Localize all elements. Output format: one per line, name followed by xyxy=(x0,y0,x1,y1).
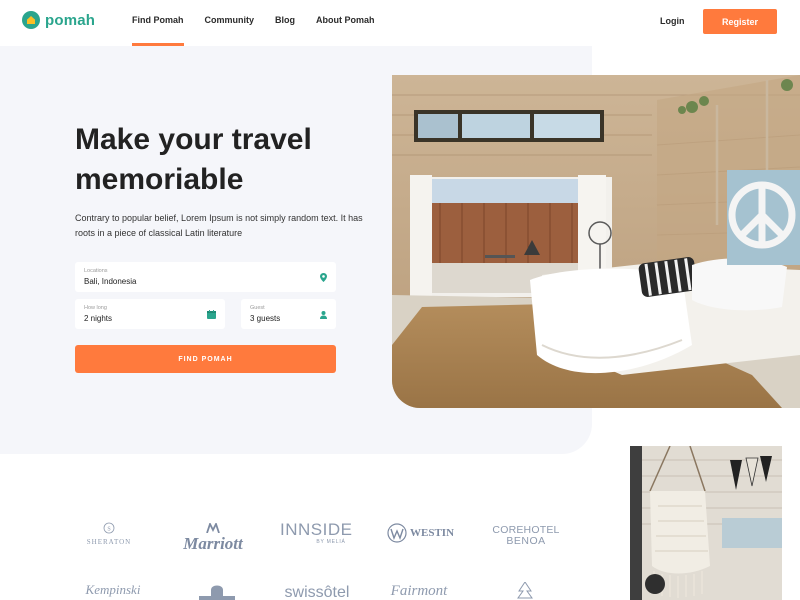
location-field[interactable]: Locations Bali, Indonesia xyxy=(75,262,336,292)
main-nav: Find Pomah Community Blog About Pomah xyxy=(132,15,396,46)
nav-about-pomah[interactable]: About Pomah xyxy=(316,15,375,25)
nav-blog[interactable]: Blog xyxy=(275,15,295,25)
find-pomah-button[interactable]: FIND POMAH xyxy=(75,345,336,373)
how-long-label: How long xyxy=(84,305,107,311)
marriott-emblem-icon xyxy=(206,521,220,534)
landing-page: pomah Find Pomah Community Blog About Po… xyxy=(0,0,800,600)
hero-title: Make your travel memoriable xyxy=(75,123,312,196)
pomah-logo[interactable]: pomah xyxy=(22,11,95,29)
crest-emblem-icon xyxy=(199,585,235,600)
top-navbar: pomah Find Pomah Community Blog About Po… xyxy=(0,0,800,46)
corehotel-benoa-logo: COREHOTEL BENOA xyxy=(492,524,560,547)
register-button[interactable]: Register xyxy=(703,9,777,34)
nav-find-pomah[interactable]: Find Pomah xyxy=(132,15,184,46)
location-label: Locations xyxy=(84,268,108,274)
location-value: Bali, Indonesia xyxy=(84,277,137,286)
hero-room-photo xyxy=(392,75,800,408)
user-icon xyxy=(320,311,327,319)
how-long-field[interactable]: How long 2 nights xyxy=(75,299,225,329)
tree-emblem-icon xyxy=(517,581,533,599)
hero-description: Contrary to popular belief, Lorem Ipsum … xyxy=(75,213,363,238)
fairmont-logo: Fairmont xyxy=(390,583,448,599)
sheraton-logo: S SHERATON xyxy=(84,521,134,546)
house-logo-icon xyxy=(22,11,40,29)
svg-text:S: S xyxy=(107,527,110,533)
map-pin-icon xyxy=(320,273,327,282)
crest-logo xyxy=(195,580,239,600)
nav-community[interactable]: Community xyxy=(205,15,255,25)
sheraton-emblem-icon: S xyxy=(103,522,115,534)
guest-field[interactable]: Guest 3 guests xyxy=(241,299,336,329)
guest-value: 3 guests xyxy=(250,314,281,323)
marriott-logo: Marriott xyxy=(178,520,248,554)
how-long-value: 2 nights xyxy=(84,314,113,323)
logo-text: pomah xyxy=(45,11,96,29)
kempinski-logo: Kempinski xyxy=(85,582,141,597)
tree-emblem-logo xyxy=(515,581,535,600)
calendar-icon xyxy=(207,310,216,319)
hammock-photo xyxy=(630,446,782,600)
swissotel-logo: swissôtel xyxy=(284,584,350,600)
login-link[interactable]: Login xyxy=(660,16,685,26)
westin-emblem-icon xyxy=(387,523,407,543)
innside-logo: INNSIDE BY MELIÁ xyxy=(280,520,353,545)
westin-logo: WESTIN xyxy=(387,523,457,543)
guest-label: Guest xyxy=(250,305,265,311)
